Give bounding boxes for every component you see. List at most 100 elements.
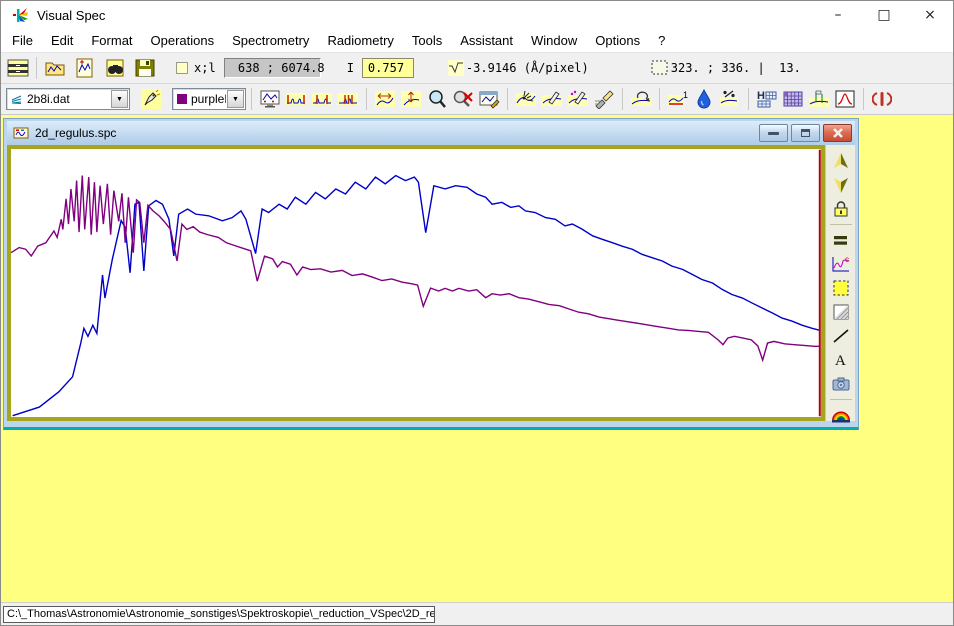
separator	[659, 88, 660, 110]
intensity-value: 0.757	[368, 61, 404, 75]
child-window-title: 2d_regulus.spc	[35, 126, 116, 140]
menu-tools[interactable]: Tools	[403, 30, 451, 51]
coord-label: x;l	[194, 61, 216, 75]
restore-glyph	[801, 129, 810, 137]
menu-edit[interactable]: Edit	[42, 30, 82, 51]
paint-brush-icon[interactable]	[591, 86, 617, 112]
intensity-label: I	[347, 61, 354, 75]
separator	[748, 88, 749, 110]
color-pick-pen-icon[interactable]	[138, 86, 164, 112]
minimize-button[interactable]: –	[815, 1, 861, 29]
svg-text:H: H	[757, 90, 765, 102]
plot-frame	[7, 145, 825, 421]
spectrum-doc-icon	[13, 126, 29, 140]
selection-rect-icon[interactable]	[651, 60, 669, 76]
draw-pen-icon[interactable]	[539, 86, 565, 112]
gaussian-fit-icon[interactable]	[832, 86, 858, 112]
menu-bar: File Edit Format Operations Spectrometry…	[1, 29, 953, 53]
intensity-value-field[interactable]: 0.757	[362, 58, 414, 78]
camera-icon[interactable]	[829, 373, 853, 395]
periodic-table-icon[interactable]	[780, 86, 806, 112]
coord-checkbox[interactable]	[176, 62, 188, 74]
menu-radiometry[interactable]: Radiometry	[318, 30, 402, 51]
menu-spectrometry[interactable]: Spectrometry	[223, 30, 318, 51]
blue-spectrum-curve	[13, 176, 821, 416]
arrow-down-icon[interactable]	[829, 174, 853, 196]
profile-combo[interactable]: 2b8i.dat ▼	[6, 88, 130, 110]
maximize-button[interactable]: □	[861, 1, 907, 29]
lock-icon[interactable]	[829, 198, 853, 220]
app-logo-icon	[11, 7, 29, 23]
profile-combo-value: 2b8i.dat	[23, 92, 110, 106]
menu-format[interactable]: Format	[82, 30, 141, 51]
separator	[863, 88, 864, 110]
line-ident-mid-icon[interactable]	[309, 86, 335, 112]
undo-curve-icon[interactable]	[628, 86, 654, 112]
crop-percent-icon[interactable]	[717, 86, 743, 112]
sound-icon[interactable]	[869, 86, 895, 112]
minimize-glyph	[768, 132, 779, 135]
draw-line-icon[interactable]	[829, 325, 853, 347]
select-region-icon[interactable]	[829, 277, 853, 299]
browse-binoculars-icon[interactable]	[102, 55, 128, 81]
title-bar: Visual Spec – □ ×	[1, 1, 953, 29]
new-profile-window-icon[interactable]	[72, 55, 98, 81]
shift-horizontal-icon[interactable]	[372, 86, 398, 112]
spectrum-chart	[11, 149, 821, 417]
menu-options[interactable]: Options	[586, 30, 649, 51]
color-swatch	[177, 94, 187, 104]
selection-text: 323. ; 336. | 13.	[671, 61, 801, 75]
water-drop-icon[interactable]	[691, 86, 717, 112]
dispersion-text: -3.9146 (Å/pixel)	[466, 61, 589, 75]
element-lines-icon[interactable]: H	[754, 86, 780, 112]
rainbow-colors-icon[interactable]	[829, 404, 853, 426]
fill-hatch-icon[interactable]	[829, 301, 853, 323]
save-icon[interactable]	[132, 55, 158, 81]
child-window-controls	[756, 124, 852, 142]
profile-combo-arrow[interactable]: ▼	[111, 90, 128, 108]
color-combo-arrow[interactable]: ▼	[227, 90, 244, 108]
line-ident-wide-icon[interactable]	[283, 86, 309, 112]
label-lines-icon[interactable]	[806, 86, 832, 112]
coord-value: 638 ; 6074.8	[231, 61, 325, 75]
child-restore-button[interactable]	[791, 124, 820, 142]
child-title-bar[interactable]: 2d_regulus.spc	[7, 121, 855, 145]
color-combo-value: purpleF	[187, 92, 226, 106]
arrow-up-icon[interactable]	[829, 150, 853, 172]
close-button[interactable]: ×	[907, 1, 953, 29]
edit-window-icon[interactable]	[476, 86, 502, 112]
child-window-body: c A	[7, 145, 855, 421]
menu-operations[interactable]: Operations	[142, 30, 224, 51]
mdi-workspace[interactable]: 2d_regulus.spc	[1, 115, 953, 602]
menu-window[interactable]: Window	[522, 30, 586, 51]
zoom-in-icon[interactable]	[424, 86, 450, 112]
zoom-reset-icon[interactable]	[450, 86, 476, 112]
copy-curve-icon[interactable]: c	[829, 253, 853, 275]
svg-text:c: c	[845, 255, 849, 264]
menu-file[interactable]: File	[3, 30, 42, 51]
dispersion-icon	[448, 60, 464, 76]
menu-help[interactable]: ?	[649, 30, 674, 51]
coord-value-field[interactable]: 638 ; 6074.8	[224, 58, 321, 78]
menu-assistant[interactable]: Assistant	[451, 30, 522, 51]
child-minimize-button[interactable]	[759, 124, 788, 142]
drawer-icon[interactable]	[5, 55, 31, 81]
remove-points-icon[interactable]	[513, 86, 539, 112]
display-profile-icon[interactable]	[257, 86, 283, 112]
window-controls: – □ ×	[815, 1, 953, 29]
shift-vertical-icon[interactable]	[398, 86, 424, 112]
line-ident-narrow-icon[interactable]	[335, 86, 361, 112]
profile-combo-icon	[10, 93, 23, 105]
open-profile-icon[interactable]	[42, 55, 68, 81]
text-tool-icon[interactable]: A	[829, 349, 853, 371]
equals-icon[interactable]	[829, 229, 853, 251]
separator	[251, 88, 252, 110]
normalize-icon[interactable]: 1	[665, 86, 691, 112]
separator	[830, 399, 852, 400]
color-combo[interactable]: purpleF ▼	[172, 88, 246, 110]
main-toolbar: x;l 638 ; 6074.8 I 0.757 -3.9146 (Å/pixe…	[1, 53, 953, 84]
status-bar: C:\_Thomas\Astronomie\Astronomie_sonstig…	[1, 602, 953, 625]
child-close-button[interactable]	[823, 124, 852, 142]
draw-pen-plus-icon[interactable]	[565, 86, 591, 112]
spectrum-plot-area[interactable]	[11, 149, 821, 417]
